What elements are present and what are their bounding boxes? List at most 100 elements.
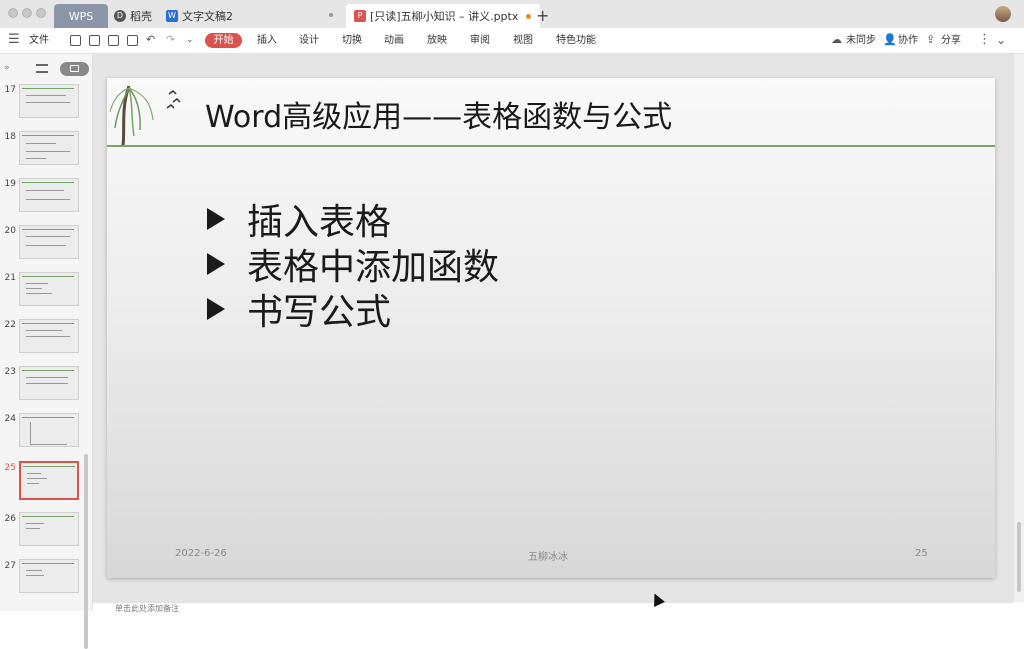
thumbnail-number: 17 [4, 85, 16, 95]
undo-icon[interactable]: ↶ [146, 33, 155, 47]
thumbnail-number: 20 [4, 226, 16, 236]
tab-close-icon[interactable] [329, 13, 333, 17]
thumbnail-number: 21 [4, 273, 16, 283]
outline-view-icon[interactable] [36, 64, 48, 73]
word-doc-icon: W [166, 10, 178, 22]
thumbnail-number-active: 25 [4, 463, 16, 473]
slide-thumbnail[interactable] [19, 225, 79, 259]
tab-label: 设计 [299, 35, 319, 46]
more-quick-access-icon[interactable]: ⌄ [186, 33, 194, 47]
tab-label: WPS [68, 9, 94, 23]
slide-thumbnail-panel: » 17 18 19 20 21 22 23 24 25 26 27 [0, 54, 93, 649]
tab-home[interactable]: 开始 [205, 33, 242, 48]
tab-label: 稻壳 [130, 10, 152, 23]
expand-panel-icon[interactable]: » [4, 63, 10, 73]
slide-thumbnail-active[interactable] [19, 461, 79, 500]
footer-author: 五柳冰冰 [528, 552, 568, 563]
mini-chart [30, 422, 67, 445]
print-preview-icon[interactable] [127, 35, 138, 46]
zoom-window-button[interactable] [36, 8, 46, 18]
avatar[interactable] [995, 6, 1011, 22]
cloud-sync-icon: ☁ [831, 33, 842, 46]
thumbnail-view-toggle[interactable] [60, 62, 89, 76]
slides-icon [70, 65, 79, 72]
share-button[interactable]: 分享 [941, 28, 961, 53]
footer-date: 2022-6-26 [175, 548, 227, 559]
tab-special-features[interactable]: 特色功能 [556, 28, 596, 53]
tab-label: [只读]五柳小知识 – 讲义.pptx [370, 10, 519, 23]
close-window-button[interactable] [8, 8, 18, 18]
slide-thumbnail[interactable] [19, 319, 79, 353]
tab-label: 审阅 [470, 35, 490, 46]
new-tab-button[interactable]: + [536, 6, 549, 25]
tab-slideshow[interactable]: 放映 [427, 28, 447, 53]
title-divider [107, 145, 995, 147]
minimize-window-button[interactable] [22, 8, 32, 18]
tab-label: 插入 [257, 35, 277, 46]
bullet-text: 书写公式 [247, 292, 392, 333]
tab-label: 放映 [427, 35, 447, 46]
willow-tree-decoration [109, 85, 181, 147]
slide-thumbnail[interactable] [19, 272, 79, 306]
thumbnail-number: 18 [4, 132, 16, 142]
slide-title[interactable]: Word高级应用——表格函数与公式 [205, 92, 672, 136]
save-icon[interactable] [70, 35, 81, 46]
sync-status-button[interactable]: 未同步 [846, 28, 876, 53]
thumbnail-number: 22 [4, 320, 16, 330]
arrow-bullet-icon [207, 298, 225, 320]
arrow-bullet-icon [207, 253, 225, 275]
tab-label: 视图 [513, 35, 533, 46]
share-icon: ⇪ [926, 33, 936, 46]
share-label: 分享 [941, 35, 961, 46]
tab-insert[interactable]: 插入 [257, 28, 277, 53]
slide-thumbnail[interactable] [19, 512, 79, 546]
more-options-icon[interactable]: ⋮ [978, 33, 991, 47]
thumbnail-number: 24 [4, 414, 16, 424]
thumbnail-number: 19 [4, 179, 16, 189]
tab-label: 文字文稿2 [182, 10, 233, 23]
sync-status-label: 未同步 [846, 35, 876, 46]
thumbnail-scrollbar[interactable] [84, 454, 88, 649]
editor-scrollbar[interactable] [1014, 54, 1024, 602]
slide-number: 25 [915, 548, 928, 559]
panel-header: » [0, 54, 92, 82]
file-menu[interactable]: 文件 [29, 28, 49, 53]
slide-thumbnail[interactable] [19, 413, 79, 447]
arrow-bullet-icon [207, 208, 225, 230]
thumbnail-number: 27 [4, 561, 16, 571]
current-slide[interactable]: Word高级应用——表格函数与公式 插入表格 表格中添加函数 书写公式 2022… [107, 78, 995, 578]
collapse-ribbon-icon[interactable]: ⌄ [996, 33, 1006, 47]
title-bar: WPS D 稻壳 W 文字文稿2 P [只读]五柳小知识 – 讲义.pptx + [0, 0, 1024, 29]
tab-document[interactable]: W 文字文稿2 [160, 4, 348, 28]
daoke-icon: D [114, 10, 126, 22]
menu-icon[interactable]: ☰ [8, 33, 20, 47]
bullet-item[interactable]: 书写公式 [207, 283, 391, 335]
scrollbar-thumb[interactable] [1017, 522, 1021, 592]
slide-thumbnail[interactable] [19, 178, 79, 212]
print-icon[interactable] [108, 35, 119, 46]
tab-daoke[interactable]: D 稻壳 [108, 4, 164, 28]
tab-label: 特色功能 [556, 35, 596, 46]
unsaved-indicator-icon [526, 13, 532, 19]
collaborate-button[interactable]: 协作 [898, 28, 918, 53]
tab-label: 切换 [342, 35, 362, 46]
slide-thumbnail[interactable] [19, 366, 79, 400]
tab-design[interactable]: 设计 [299, 28, 319, 53]
tab-animation[interactable]: 动画 [384, 28, 404, 53]
tab-view[interactable]: 视图 [513, 28, 533, 53]
thumbnail-number: 23 [4, 367, 16, 377]
tab-presentation[interactable]: P [只读]五柳小知识 – 讲义.pptx [346, 4, 540, 28]
tab-label: 动画 [384, 35, 404, 46]
slide-thumbnail[interactable] [19, 131, 79, 165]
collaborate-icon: 👤 [883, 33, 897, 46]
slide-thumbnail[interactable] [19, 84, 79, 118]
thumbnail-number: 26 [4, 514, 16, 524]
tab-wps-home[interactable]: WPS [54, 4, 108, 28]
export-pdf-icon[interactable] [89, 35, 100, 46]
redo-icon[interactable]: ↷ [166, 33, 175, 47]
file-menu-label: 文件 [29, 35, 49, 46]
slide-thumbnail[interactable] [19, 559, 79, 593]
tab-transitions[interactable]: 切换 [342, 28, 362, 53]
tab-review[interactable]: 审阅 [470, 28, 490, 53]
main-toolbar: ☰ 文件 ↶ ↷ ⌄ 开始 插入 设计 切换 动画 放映 审阅 视图 特色功能 … [0, 28, 1024, 54]
